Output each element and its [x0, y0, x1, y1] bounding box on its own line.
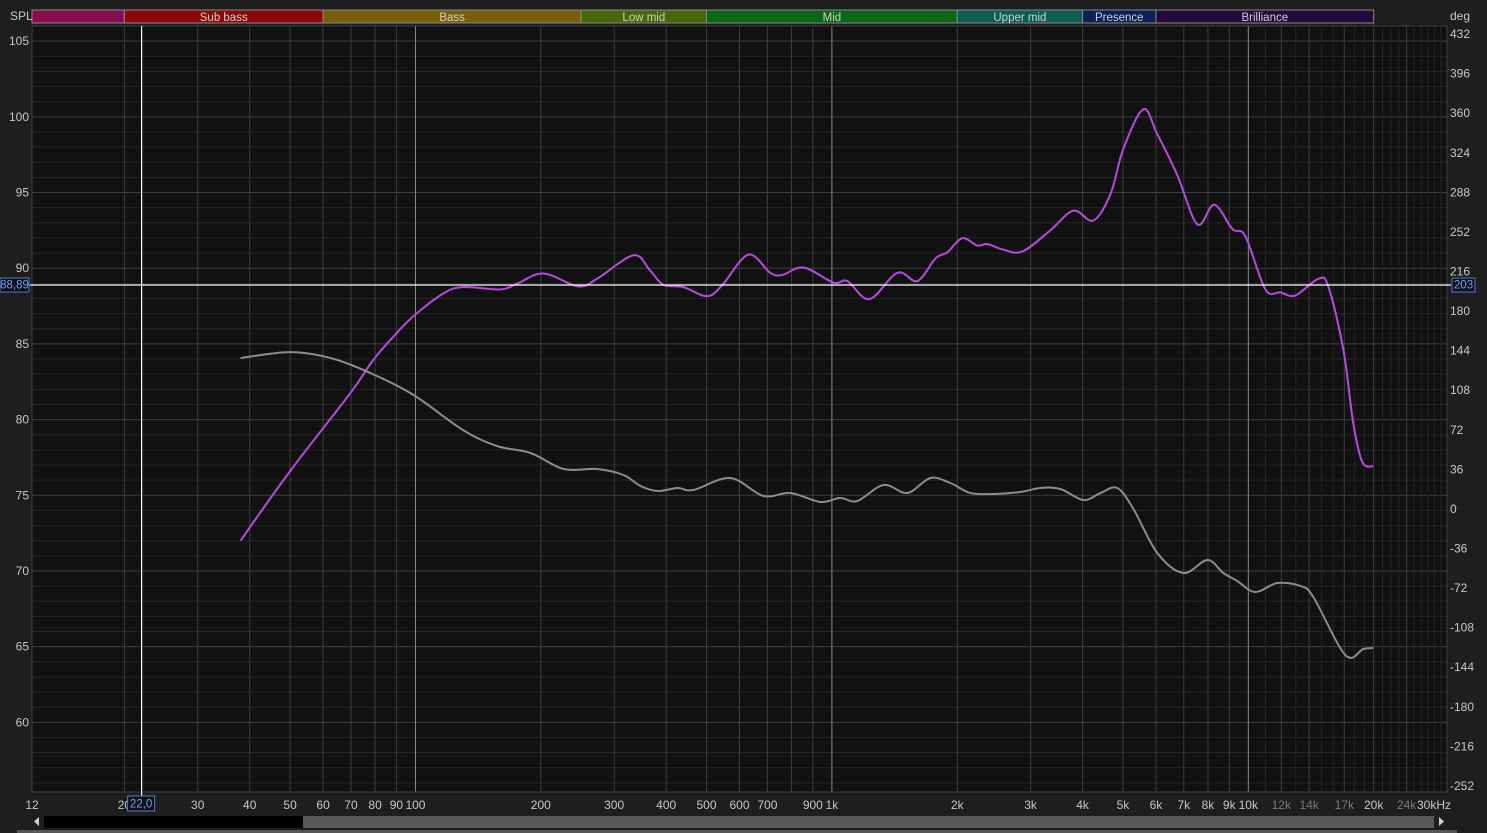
y2-tick-label: 360	[1450, 106, 1470, 120]
y2-tick-label: -36	[1450, 542, 1468, 556]
y-tick-label: 65	[16, 640, 30, 654]
x-tick-label: 1k	[826, 798, 840, 812]
band-swatch	[31, 9, 125, 24]
x-tick-label: 6k	[1150, 798, 1164, 812]
band-label: Brilliance	[1241, 12, 1288, 24]
x-tick-label: 70	[344, 798, 358, 812]
y-tick-label: 75	[16, 488, 30, 502]
y-tick-label: 80	[16, 413, 30, 427]
band-presence: Presence	[1082, 9, 1157, 24]
y-tick-label: 60	[16, 715, 30, 729]
cursor-spl-readout: 88,89	[0, 277, 30, 293]
x-tick-label: 5k	[1117, 798, 1131, 812]
band-label: Upper mid	[993, 12, 1046, 24]
y2-tick-label: -180	[1450, 700, 1474, 714]
x-tick-label: 2k	[951, 798, 965, 812]
band-label: Low mid	[622, 12, 665, 24]
x-tick-label: 600	[729, 798, 749, 812]
x-tick-label: 12k	[1272, 798, 1292, 812]
y2-axis-ticks: 43239636032428825221618014410872360-36-7…	[1450, 27, 1474, 793]
y2-tick-label: 180	[1450, 304, 1470, 318]
cursor-phase-readout: 203	[1451, 277, 1476, 293]
x-tick-label: 10k	[1239, 798, 1259, 812]
x-tick-label: 24k	[1397, 798, 1417, 812]
y-axis-ticks: 105 100 95 90 85 80 75 70 65 60	[9, 34, 29, 729]
frequency-bands: Sub bass Bass Low mid Mid Upper mid Presence B…	[31, 9, 1375, 24]
x-tick-label: 14k	[1299, 798, 1319, 812]
band-infrasonic	[31, 9, 125, 24]
x-tick-label: 40	[243, 798, 257, 812]
x-tick-label: 8k	[1202, 798, 1216, 812]
y2-tick-label: 72	[1450, 423, 1464, 437]
band-sub-bass: Sub bass	[123, 9, 324, 24]
x-tick-label: 50	[283, 798, 297, 812]
x-tick-label: 17k	[1335, 798, 1355, 812]
scrollbar-track-region[interactable]	[303, 816, 1434, 828]
x-tick-label: 900	[803, 798, 823, 812]
x-tick-label: 30	[191, 798, 205, 812]
y2-tick-label: 0	[1450, 502, 1457, 516]
y2-tick-label: -252	[1450, 779, 1474, 793]
x-tick-label: 700	[757, 798, 777, 812]
y-tick-label: 85	[16, 337, 30, 351]
x-tick-label: 60	[316, 798, 330, 812]
band-label: Mid	[823, 12, 842, 24]
y2-tick-label: 216	[1450, 264, 1470, 278]
y2-tick-label: 144	[1450, 344, 1470, 358]
y2-tick-label: -108	[1450, 621, 1474, 635]
x-tick-label: 500	[697, 798, 717, 812]
x-tick-label: 3k	[1024, 798, 1038, 812]
y-axis-label: SPL	[10, 9, 33, 23]
y2-tick-label: 324	[1450, 146, 1470, 160]
x-tick-label: 100	[405, 798, 425, 812]
y2-tick-label: -144	[1450, 660, 1474, 674]
y2-tick-label: 36	[1450, 462, 1464, 476]
band-bass: Bass	[322, 9, 582, 24]
band-label: Presence	[1095, 12, 1144, 24]
y-tick-label: 105	[9, 34, 29, 48]
y2-tick-label: 432	[1450, 27, 1470, 41]
readout-value: 88,89	[0, 280, 29, 292]
x-tick-label: 30kHz	[1417, 798, 1451, 812]
y2-tick-label: 396	[1450, 67, 1470, 81]
x-tick-label: 200	[531, 798, 551, 812]
x-tick-label: 300	[604, 798, 624, 812]
x-tick-label: 7k	[1177, 798, 1191, 812]
band-label: Sub bass	[200, 12, 248, 24]
band-upper-mid: Upper mid	[956, 9, 1084, 24]
readout-value: 203	[1454, 280, 1473, 292]
x-tick-label: 90	[390, 798, 404, 812]
x-tick-label: 80	[368, 798, 382, 812]
y-tick-label: 95	[16, 186, 30, 200]
y2-tick-label: 288	[1450, 185, 1470, 199]
scrollbar-thumb-region[interactable]	[44, 816, 303, 828]
y2-axis-label: deg	[1450, 9, 1470, 23]
y-tick-label: 100	[9, 110, 29, 124]
band-mid: Mid	[706, 9, 958, 24]
y2-tick-label: -216	[1450, 739, 1474, 753]
band-low-mid: Low mid	[580, 9, 708, 24]
x-tick-label: 400	[656, 798, 676, 812]
x-tick-label: 12	[25, 798, 39, 812]
y2-tick-label: 252	[1450, 225, 1470, 239]
y-tick-label: 70	[16, 564, 30, 578]
cursor-frequency-readout: 22,0	[127, 795, 156, 812]
band-brilliance: Brilliance	[1155, 9, 1375, 24]
y2-tick-label: -72	[1450, 581, 1468, 595]
y2-tick-label: 108	[1450, 383, 1470, 397]
band-label: Bass	[439, 12, 465, 24]
x-tick-label: 9k	[1223, 798, 1237, 812]
x-axis-ticks: 12 20 30 40 50 60 70 80 90 100 200 300 400 500 600 700 9…	[25, 798, 1451, 812]
readout-value: 22,0	[130, 799, 152, 811]
y-tick-label: 90	[16, 261, 30, 275]
horizontal-scrollbar[interactable]	[0, 813, 1460, 833]
x-tick-label: 4k	[1076, 798, 1090, 812]
x-tick-label: 20k	[1364, 798, 1384, 812]
spl-phase-chart[interactable]: Sub bass Bass Low mid Mid Upper mid Presence B…	[0, 0, 1487, 833]
